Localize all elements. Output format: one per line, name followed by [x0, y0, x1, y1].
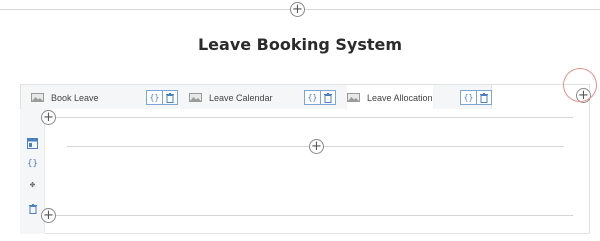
tab-label: Leave Calendar — [209, 92, 273, 103]
code-icon[interactable]: {} — [26, 157, 39, 170]
tab-label: Book Leave — [51, 92, 99, 103]
image-placeholder-icon — [347, 93, 360, 102]
tab-toolbar-book-leave: {} — [146, 90, 178, 105]
trash-icon[interactable] — [476, 91, 491, 104]
tab-toolbar-leave-calendar: {} — [304, 90, 336, 105]
trash-icon[interactable] — [320, 91, 335, 104]
code-icon[interactable]: {} — [305, 91, 320, 104]
add-row-top-button[interactable]: + — [41, 110, 56, 125]
tab-book-leave[interactable]: Book Leave — [31, 85, 99, 110]
trash-icon[interactable] — [162, 91, 177, 104]
row-divider-bottom — [47, 215, 573, 216]
tab-toolbar-leave-allocation: {} — [460, 90, 492, 105]
image-placeholder-icon — [189, 93, 202, 102]
tab-bar: Book Leave {} Leave Calendar {} Leave Al… — [20, 84, 492, 110]
row-divider-top — [47, 117, 573, 118]
tab-leave-calendar[interactable]: Leave Calendar — [189, 85, 273, 110]
tab-leave-allocation[interactable]: Leave Allocation — [347, 85, 433, 110]
add-block-button[interactable]: + — [309, 139, 324, 154]
settings-icon[interactable] — [26, 137, 39, 150]
tab-label: Leave Allocation — [367, 92, 433, 103]
page-title: Leave Booking System — [197, 35, 403, 54]
add-section-top-button[interactable]: + — [290, 2, 305, 17]
move-icon[interactable]: ✥ — [26, 178, 39, 191]
code-icon[interactable]: {} — [147, 91, 162, 104]
image-placeholder-icon — [31, 93, 44, 102]
trash-icon[interactable] — [26, 202, 39, 215]
add-row-bottom-button[interactable]: + — [41, 208, 56, 223]
code-icon[interactable]: {} — [461, 91, 476, 104]
